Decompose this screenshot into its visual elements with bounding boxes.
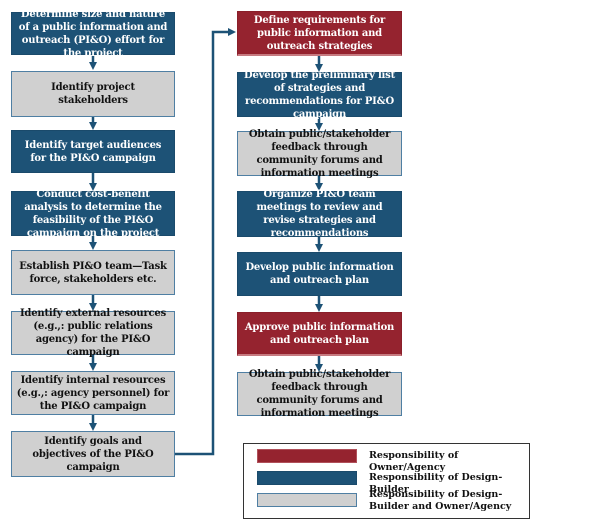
- step-organize-meetings: Organize PI&O team meetings to review an…: [237, 189, 402, 239]
- legend-swatch-design-builder: [257, 471, 357, 485]
- step-obtain-feedback-2: Obtain public/stakeholder feedback throu…: [237, 369, 402, 419]
- step-external-resources: Identify external resources (e.g.,: publ…: [11, 308, 175, 358]
- step-identify-stakeholders: Identify project stakeholders: [11, 71, 175, 117]
- step-goals-objectives: Identify goals and objectives of the PI&…: [11, 431, 175, 477]
- step-cost-benefit: Conduct cost-benefit analysis to determi…: [11, 189, 175, 239]
- step-approve-plan: Approve public information and outreach …: [237, 312, 402, 356]
- legend-swatch-shared: [257, 493, 357, 507]
- step-preliminary-list: Develop the preliminary list of strategi…: [237, 70, 402, 120]
- step-establish-team: Establish PI&O team—Task force, stakehol…: [11, 250, 175, 295]
- step-determine-size: Determine size and nature of a public in…: [11, 9, 175, 59]
- connector-left-to-right: [175, 28, 236, 456]
- step-internal-resources: Identify internal resources (e.g.,: agen…: [11, 371, 175, 415]
- legend-swatch-owner-agency: [257, 449, 357, 463]
- legend-label-shared: Responsibility of Design-Builder and Own…: [369, 489, 512, 512]
- step-obtain-feedback-1: Obtain public/stakeholder feedback throu…: [237, 129, 402, 179]
- step-define-requirements: Define requirements for public informati…: [237, 11, 402, 56]
- legend-label-owner-agency: Responsibility of Owner/Agency: [369, 450, 459, 473]
- step-develop-plan: Develop public information and outreach …: [237, 252, 402, 296]
- legend: Responsibility of Owner/Agency Responsib…: [243, 443, 530, 519]
- step-identify-audiences: Identify target audiences for the PI&O c…: [11, 130, 175, 173]
